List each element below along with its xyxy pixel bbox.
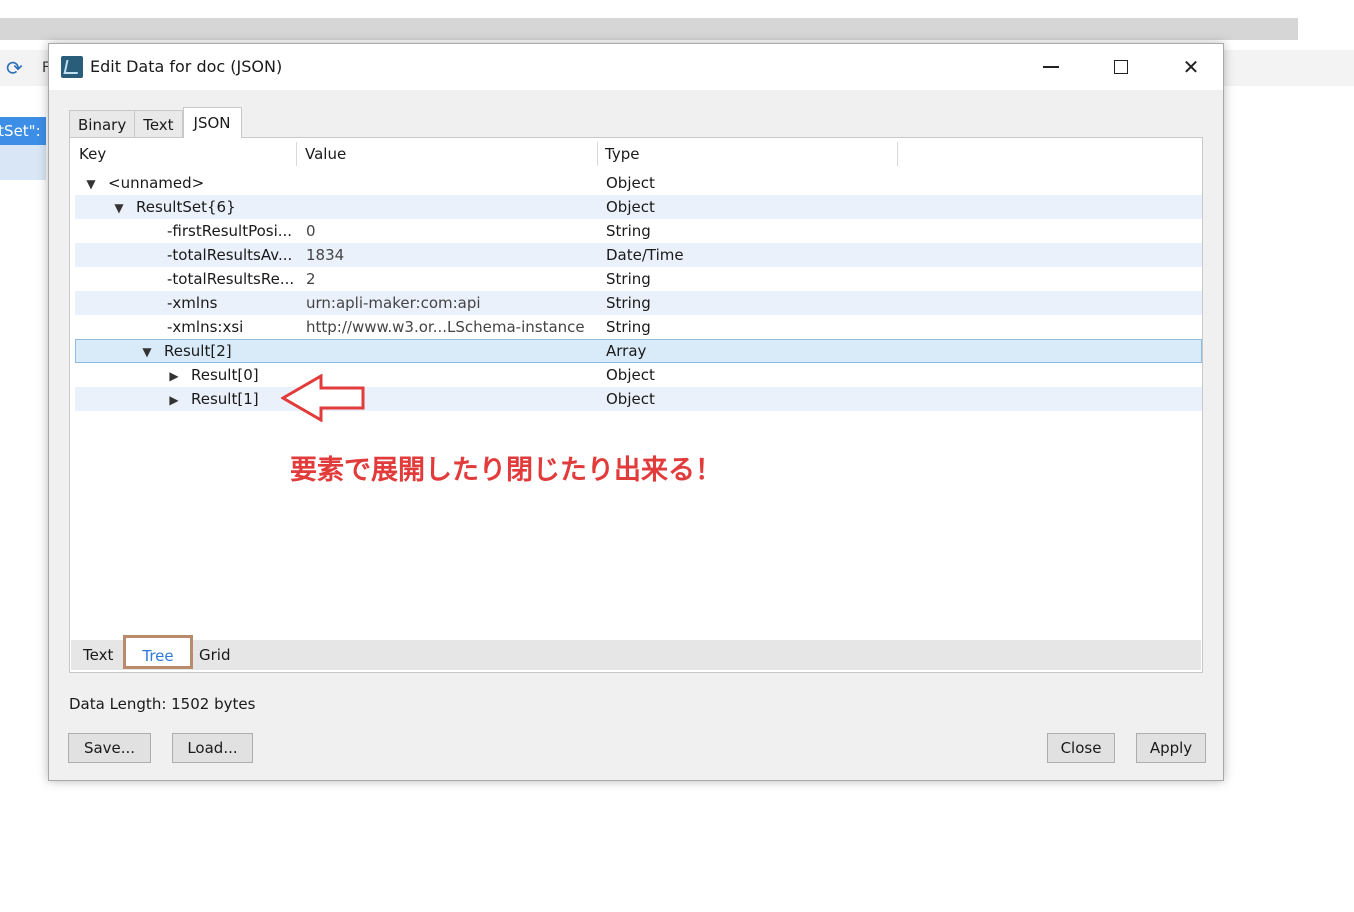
annotation-text: 要素で展開したり閉じたり出来る！ xyxy=(290,455,722,486)
tree-row-value: 1834 xyxy=(306,246,345,264)
background-panel-strip xyxy=(1224,50,1354,86)
collapse-arrow-icon[interactable]: ▼ xyxy=(112,196,126,220)
expand-arrow-icon[interactable]: ▶ xyxy=(167,388,181,412)
annotation-arrow-icon xyxy=(281,374,365,422)
tree-header: Key Value Type xyxy=(75,142,1197,166)
edit-data-dialog: Edit Data for doc (JSON) ✕ Binary Text J… xyxy=(48,43,1224,781)
tree-row-key: <unnamed> xyxy=(108,174,205,192)
tree-row-type: String xyxy=(606,222,651,240)
tree-row[interactable]: ▶ Result[0] Object xyxy=(75,363,1202,387)
tree-row[interactable]: ▼ ResultSet{6} Object xyxy=(75,195,1202,219)
tree-row-key: ResultSet{6} xyxy=(136,198,236,216)
tree-row-key: Result[0] xyxy=(191,366,259,384)
refresh-icon[interactable]: ⟳ xyxy=(6,56,23,80)
tree-row-value: 2 xyxy=(306,270,316,288)
view-tab-tree[interactable]: Tree xyxy=(123,635,193,669)
tree-row-value: urn:apli-maker:com:api xyxy=(306,294,481,312)
tree-row[interactable]: -totalResultsRe... 2 String xyxy=(75,267,1202,291)
tree-row[interactable]: ▼ <unnamed> Object xyxy=(75,171,1202,195)
close-icon: ✕ xyxy=(1182,55,1200,79)
background-selected-highlight xyxy=(0,145,46,180)
tab-binary[interactable]: Binary xyxy=(69,110,136,138)
view-mode-tabs: Text Tree Grid xyxy=(71,635,1201,670)
collapse-arrow-icon[interactable]: ▼ xyxy=(140,340,154,364)
column-header-type[interactable]: Type xyxy=(598,142,898,166)
column-header-value[interactable]: Value xyxy=(297,142,598,166)
tree-row[interactable]: -firstResultPosi... 0 String xyxy=(75,219,1202,243)
expand-arrow-icon[interactable]: ▶ xyxy=(167,364,181,388)
load-button[interactable]: Load... xyxy=(172,733,253,763)
tree-row-type: Date/Time xyxy=(606,246,684,264)
background-selected-item[interactable]: ltSet": xyxy=(0,117,46,145)
tree-row-type: Object xyxy=(606,390,655,408)
tree-row[interactable]: -xmlns:xsi http://www.w3.or...LSchema-in… xyxy=(75,315,1202,339)
column-header-spacer xyxy=(898,142,1197,166)
tree-row[interactable]: -xmlns urn:apli-maker:com:api String xyxy=(75,291,1202,315)
tree-row[interactable]: -totalResultsAv... 1834 Date/Time xyxy=(75,243,1202,267)
dialog-titlebar[interactable]: Edit Data for doc (JSON) ✕ xyxy=(49,44,1223,90)
json-tree-panel: Key Value Type ▼ <unnamed> Object ▼ Result… xyxy=(69,137,1203,673)
tree-row-type: String xyxy=(606,318,651,336)
tab-text[interactable]: Text xyxy=(135,110,183,138)
tree-row[interactable]: ▶ Result[1] Object xyxy=(75,387,1202,411)
tree-row-selected[interactable]: ▼ Result[2] Array xyxy=(75,339,1202,363)
close-window-button[interactable]: ✕ xyxy=(1156,44,1226,90)
save-button[interactable]: Save... xyxy=(68,733,151,763)
apply-button[interactable]: Apply xyxy=(1136,733,1206,763)
maximize-button[interactable] xyxy=(1086,44,1156,90)
maximize-icon xyxy=(1114,60,1128,74)
collapse-arrow-icon[interactable]: ▼ xyxy=(84,172,98,196)
app-logo-icon xyxy=(61,56,83,78)
tree-row-type: Object xyxy=(606,198,655,216)
tree-row-type: Object xyxy=(606,174,655,192)
dialog-title: Edit Data for doc (JSON) xyxy=(90,57,283,76)
minimize-icon xyxy=(1043,66,1059,68)
view-tab-text[interactable]: Text xyxy=(83,640,113,670)
column-header-key[interactable]: Key xyxy=(75,142,297,166)
tree-row-key: Result[1] xyxy=(191,390,259,408)
tree-body: ▼ <unnamed> Object ▼ ResultSet{6} Object -… xyxy=(75,171,1202,411)
close-button[interactable]: Close xyxy=(1047,733,1115,763)
view-tab-grid[interactable]: Grid xyxy=(199,640,230,670)
tree-row-type: String xyxy=(606,270,651,288)
background-toolbar-strip xyxy=(0,18,1298,40)
data-length-label: Data Length: 1502 bytes xyxy=(69,695,256,713)
tree-row-type: Array xyxy=(606,342,647,360)
tree-row-key: Result[2] xyxy=(164,342,232,360)
minimize-button[interactable] xyxy=(1016,44,1086,90)
tree-row-value: 0 xyxy=(306,222,316,240)
data-format-tabs: Binary Text JSON xyxy=(69,107,242,138)
tree-row-type: Object xyxy=(606,366,655,384)
tab-json[interactable]: JSON xyxy=(182,107,242,138)
tree-row-type: String xyxy=(606,294,651,312)
tree-row-value: http://www.w3.or...LSchema-instance xyxy=(306,318,585,336)
